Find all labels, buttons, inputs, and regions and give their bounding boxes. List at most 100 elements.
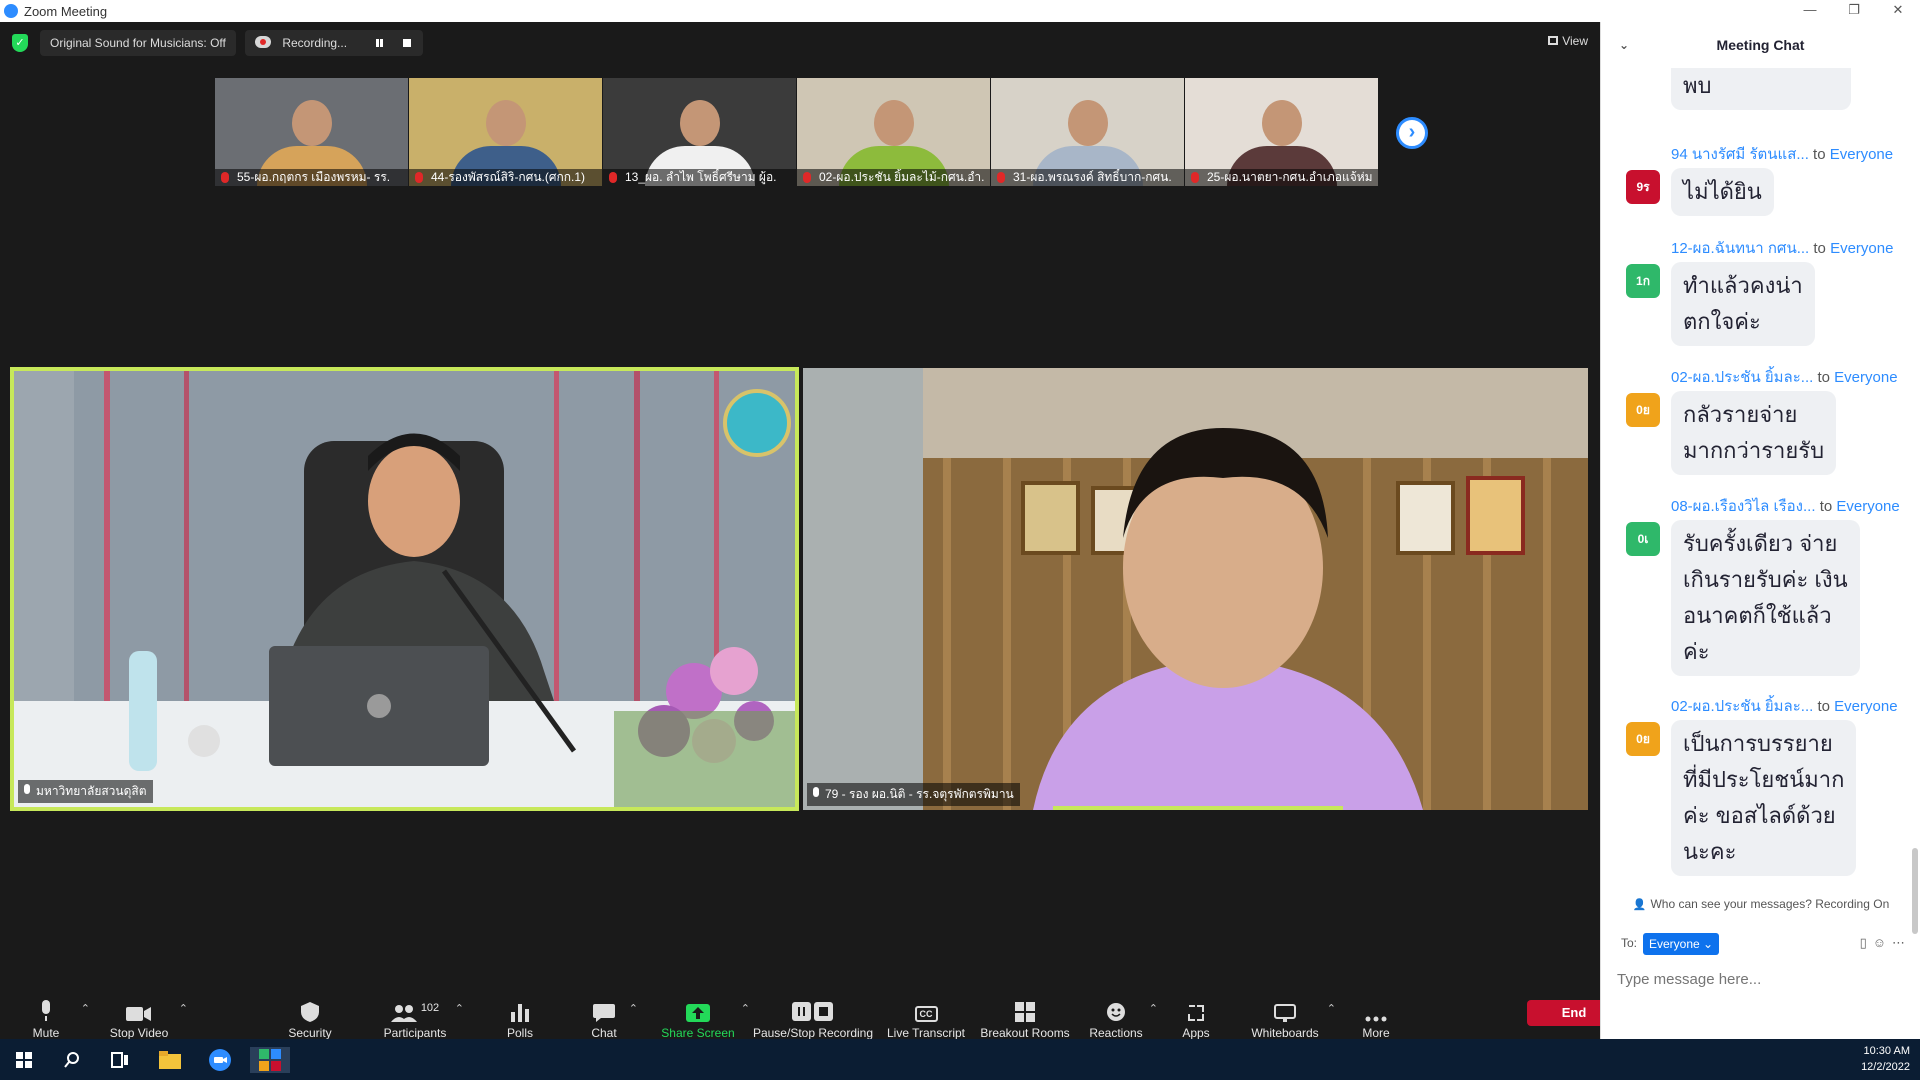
participant-thumbnail[interactable]: 31-ผอ.พรณรงค์ สิทธิ์บาก-กศน. [991,78,1184,186]
collapse-chevron-icon[interactable]: ⌄ [1619,22,1629,68]
to-label: to [1813,146,1826,163]
participant-main-tile[interactable]: 79 - รอง ผอ.นิติ - รร.จตุรพักตรพิมาน [803,368,1588,810]
participant-thumbnail[interactable]: 55-ผอ.กฤตกร เมืองพรหม- รร. [215,78,408,186]
message-meta: 02-ผอ.ประชัน ยิ้มละ... to Everyone [1671,365,1909,389]
message-line: เป็นการบรรยาย [1683,731,1833,756]
participant-thumbnail-strip: 55-ผอ.กฤตกร เมืองพรหม- รร. 44-รองพัสรณ์ส… [215,78,1378,186]
message-bubble: พบ [1671,68,1851,110]
pause-stop-recording-icon [792,1002,833,1021]
whiteboards-caret-icon[interactable]: ⌃ [1327,1002,1336,1015]
chat-caret-icon[interactable]: ⌃ [629,1002,638,1015]
recipient: Everyone [1834,698,1898,715]
message-bubble: กลัวรายจ่ายมากกว่ารายรับ [1671,391,1837,475]
participant-name-label: 79 - รอง ผอ.นิติ - รร.จตุรพักตรพิมาน [807,783,1020,806]
recipient: Everyone [1829,146,1894,163]
participant-head [485,100,526,146]
mic-muted-icon [803,172,811,183]
participant-head [679,100,720,146]
participant-head [1067,100,1108,146]
speaker-video-feed [14,371,795,807]
chat-scrollbar[interactable] [1912,848,1918,934]
original-sound-toggle[interactable]: Original Sound for Musicians: Off [40,30,236,56]
emoji-icon[interactable]: ☺ [1873,935,1892,950]
share-screen-icon [686,1004,710,1022]
encryption-shield-icon[interactable]: ✓ [12,34,28,52]
to-label: to [1813,240,1826,257]
restore-button[interactable]: ❐ [1832,0,1876,22]
breakout-rooms-icon [1015,1002,1035,1022]
sender-avatar: 9ร [1626,170,1660,204]
message-line: กลัวรายจ่าย [1683,402,1798,427]
participant-thumbnail[interactable]: 13_ผอ. ลำไพ โพธิ์ศรีษาม ผู้อ. [603,78,796,186]
view-button[interactable]: View [1548,34,1588,48]
zoom-glyph [209,1049,231,1071]
mute-options-caret-icon[interactable]: ⌃ [81,1002,90,1015]
mic-muted-icon [1191,172,1199,183]
reactions-caret-icon[interactable]: ⌃ [1149,1002,1158,1015]
window-controls: — ❐ ✕ [1788,0,1920,22]
windows-logo-icon [16,1052,32,1068]
chat-header: ⌄ Meeting Chat [1601,22,1920,68]
sender-name: 02-ผอ.ประชัน ยิ้มละ... [1671,369,1814,386]
message-line: นะคะ [1683,839,1737,864]
apps-icon [1188,1005,1204,1021]
whiteboard-icon [1274,1004,1296,1022]
participant-head [291,100,332,146]
recipient-dropdown[interactable]: Everyone ⌄ [1643,933,1720,955]
stop-recording-icon[interactable] [403,39,411,47]
mic-muted-icon [997,172,1005,183]
participant-head [1261,100,1302,146]
message-line: ที่มีประโยชน์มาก [1683,767,1845,792]
chat-message-input[interactable] [1617,966,1907,992]
app-tiles-glyph [259,1049,281,1071]
mic-muted-icon [221,172,229,183]
video-options-caret-icon[interactable]: ⌃ [179,1002,188,1015]
participant-name: 13_ผอ. ลำไพ โพธิ์ศรีษาม ผู้อ. [603,169,796,186]
message-privacy-notice[interactable]: Who can see your messages? Recording On [1601,897,1920,911]
message-meta: 02-ผอ.ประชัน ยิ้มละ... to Everyone [1671,694,1909,718]
sender-name: 02-ผอ.ประชัน ยิ้มละ... [1671,698,1814,715]
pause-recording-icon[interactable] [376,39,379,47]
view-label: View [1562,34,1588,48]
sender-avatar: 1ก [1626,264,1660,298]
reactions-smiley-icon [1107,1003,1125,1021]
participant-thumbnail[interactable]: 02-ผอ.ประชัน ยิ้มละไม้-กศน.อำ. [797,78,990,186]
message-bubble: ไม่ได้ยิน [1671,168,1774,216]
participant-thumbnail[interactable]: 25-ผอ.นาตยา-กศน.อำเภอแจ้ห่ม [1185,78,1378,186]
sender-avatar: 0เ [1626,522,1660,556]
meeting-app-taskbar-icon[interactable] [250,1047,290,1073]
participant-thumbnail[interactable]: 44-รองพัสรณ์สิริ-กศน.(ศกก.1) [409,78,602,186]
message-line: ตกใจค่ะ [1683,309,1761,334]
more-options-icon[interactable]: ⋯ [1892,935,1911,950]
zoom-logo-icon [4,4,18,18]
chat-message-list: พบ 9ร 94 นางรัศมี รัตนแส... to Everyone … [1601,68,1920,908]
next-page-arrow-icon[interactable]: › [1396,117,1428,149]
more-dots-icon [1365,1016,1387,1022]
security-shield-icon [301,1002,319,1022]
to-label: to [1817,698,1830,715]
close-window-button[interactable]: ✕ [1876,0,1920,22]
microphone-icon [42,1000,50,1021]
task-view-glyph [111,1052,128,1068]
minimize-button[interactable]: — [1788,0,1832,22]
participants-caret-icon[interactable]: ⌃ [455,1002,464,1015]
to-label: to [1819,498,1833,515]
search-icon[interactable] [58,1047,86,1073]
recipient-bar: To: Everyone ⌄ ▯☺⋯ [1621,931,1911,957]
sender-name: 94 นางรัศมี รัตนแส... [1671,146,1809,163]
system-clock[interactable]: 10:30 AM 12/2/2022 [1861,1043,1910,1075]
message-line: มากกว่ารายรับ [1683,438,1825,463]
share-caret-icon[interactable]: ⌃ [741,1002,750,1015]
message-meta: 12-ผอ.ฉันทนา กศน... to Everyone [1671,236,1909,260]
task-view-icon[interactable] [106,1047,134,1073]
active-speaker-tile[interactable]: มหาวิทยาลัยสวนดุสิต [10,367,799,811]
meeting-stage: ✓ Original Sound for Musicians: Off Reco… [0,22,1600,1061]
recipient: Everyone [1836,498,1900,515]
windows-start-icon[interactable] [10,1047,38,1073]
closed-caption-icon: CC [914,1006,938,1022]
file-icon[interactable]: ▯ [1860,935,1873,950]
zoom-taskbar-icon[interactable] [204,1047,236,1073]
sender-name: 08-ผอ.เรืองวิไล เรือง... [1671,498,1816,515]
file-explorer-icon[interactable] [154,1047,186,1073]
message-line: ไม่ได้ยิน [1683,179,1762,204]
